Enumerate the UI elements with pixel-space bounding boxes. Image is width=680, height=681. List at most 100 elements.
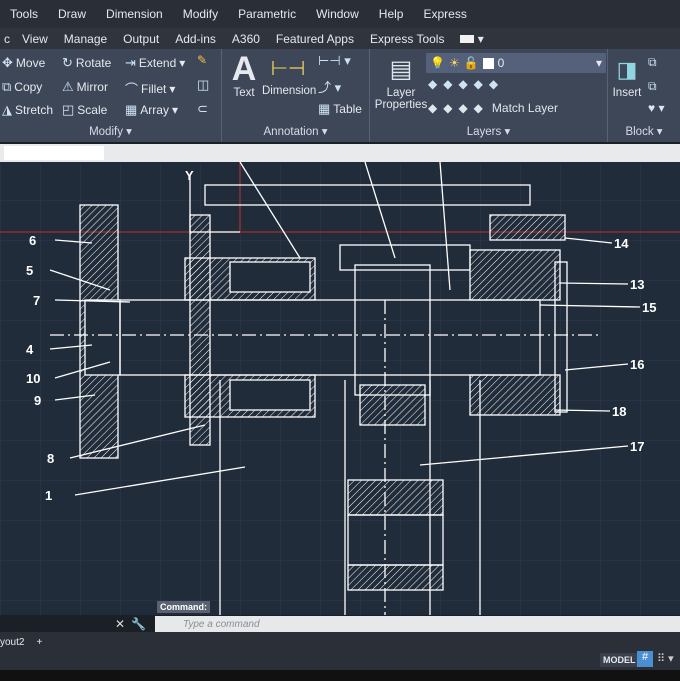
menu-draw[interactable]: Draw bbox=[48, 7, 96, 21]
assembly-drawing: Y 1 4 5 6 7 8 9 10 13 14 15 16 17 18 bbox=[0, 161, 680, 615]
scale-button[interactable]: ◰ Scale bbox=[62, 102, 107, 118]
menu-dimension[interactable]: Dimension bbox=[96, 7, 173, 21]
command-history-label: Command: bbox=[157, 601, 210, 613]
edit-block-icon: ⧉ bbox=[648, 79, 657, 93]
linear-dim-icon: ⊢⊣ ▾ bbox=[318, 53, 351, 68]
file-tab-bar bbox=[0, 144, 680, 162]
block-panel: ◨ Insert ⧉ ⧉ ♥ ▾ Block ▾ bbox=[608, 49, 680, 142]
wrench-icon[interactable]: 🔧 bbox=[131, 617, 146, 631]
fillet-icon: ⌒ bbox=[125, 82, 139, 97]
explode-icon: ◫ bbox=[197, 77, 210, 92]
copy-button[interactable]: ⧉ Copy bbox=[2, 79, 42, 95]
rotate-button[interactable]: ↻ Rotate bbox=[62, 55, 111, 71]
menu-window[interactable]: Window bbox=[306, 7, 369, 21]
layer-tools-row1[interactable]: ◆◆◆◆◆ bbox=[428, 77, 504, 91]
create-block-icon: ⧉ bbox=[648, 55, 657, 69]
callout-1: 1 bbox=[45, 488, 52, 503]
color-swatch bbox=[482, 57, 494, 69]
stretch-button[interactable]: ◮ Stretch bbox=[2, 102, 53, 118]
menu-modify[interactable]: Modify bbox=[173, 7, 228, 21]
layout-tabs: yout2 + bbox=[0, 632, 680, 652]
fillet-button[interactable]: ⌒ Fillet ▾ bbox=[125, 79, 175, 98]
model-space-button[interactable]: MODEL bbox=[600, 653, 639, 667]
array-icon: ▦ bbox=[125, 102, 138, 117]
dimension-button[interactable]: ⊢⊣ Dimension bbox=[262, 53, 316, 97]
tab-express-tools[interactable]: Express Tools bbox=[362, 32, 452, 46]
text-icon: A bbox=[231, 50, 257, 88]
callout-14: 14 bbox=[614, 236, 629, 251]
layer-properties-button[interactable]: ▤ Layer Properties bbox=[372, 53, 430, 111]
table-icon: ▦ bbox=[318, 101, 331, 116]
modify-panel: ✥ Move ↻ Rotate ⇥ Extend ▾ ✎ ⧉ Copy ⚠ Mirror ⌒… bbox=[0, 49, 222, 142]
layer-dropdown[interactable]: 💡 ☀ 🔓 0 ▾ bbox=[426, 53, 606, 73]
menu-bar: Tools Draw Dimension Modify Parametric W… bbox=[0, 0, 680, 28]
dimension-icon: ⊢⊣ bbox=[270, 58, 306, 80]
workspace-dropdown[interactable]: ▾ bbox=[452, 32, 491, 46]
callout-8: 8 bbox=[47, 451, 54, 466]
tab-parametric-partial[interactable]: c bbox=[0, 32, 14, 46]
lightbulb-icon: 💡 bbox=[430, 56, 445, 70]
leader-button[interactable]: ⤴ ▾ bbox=[318, 77, 341, 96]
extend-button[interactable]: ⇥ Extend ▾ bbox=[125, 55, 185, 71]
erase-button[interactable]: ✎ bbox=[197, 53, 207, 67]
grid-toggle-icon[interactable]: # bbox=[637, 651, 653, 667]
tab-featured-apps[interactable]: Featured Apps bbox=[268, 32, 362, 46]
menu-help[interactable]: Help bbox=[369, 7, 414, 21]
mirror-button[interactable]: ⚠ Mirror bbox=[62, 79, 108, 95]
tab-add-ins[interactable]: Add-ins bbox=[167, 32, 224, 46]
callout-9: 9 bbox=[34, 393, 41, 408]
move-button[interactable]: ✥ Move bbox=[2, 55, 45, 71]
mirror-icon: ⚠ bbox=[62, 79, 74, 94]
callout-16: 16 bbox=[630, 357, 644, 372]
menu-tools[interactable]: Tools bbox=[0, 7, 48, 21]
tab-manage[interactable]: Manage bbox=[56, 32, 115, 46]
layers-panel-title[interactable]: Layers ▾ bbox=[370, 124, 607, 138]
insert-button[interactable]: ◨ Insert bbox=[610, 53, 644, 99]
close-icon[interactable]: ✕ bbox=[115, 617, 125, 631]
sun-icon: ☀ bbox=[448, 56, 460, 70]
menu-parametric[interactable]: Parametric bbox=[228, 7, 306, 21]
scale-icon: ◰ bbox=[62, 102, 75, 117]
callout-13: 13 bbox=[630, 277, 644, 292]
match-layer-button[interactable]: ◆◆◆◆ Match Layer bbox=[428, 101, 558, 115]
add-layout-icon[interactable]: + bbox=[36, 637, 42, 648]
copy-icon: ⧉ bbox=[2, 79, 12, 94]
callout-17: 17 bbox=[630, 439, 644, 454]
attribute-icon: ♥ ▾ bbox=[648, 101, 665, 115]
offset-button[interactable]: ⊂ bbox=[197, 101, 208, 117]
offset-icon: ⊂ bbox=[197, 101, 208, 116]
drawing-canvas[interactable]: Y 1 4 5 6 7 8 9 10 13 14 15 16 17 18 bbox=[0, 161, 680, 615]
callout-6: 6 bbox=[29, 233, 36, 248]
annotation-panel: A Text ⊢⊣ Dimension ⊢⊣ ▾ ⤴ ▾ ▦ Table Annota… bbox=[222, 49, 370, 142]
annotation-panel-title[interactable]: Annotation ▾ bbox=[222, 124, 369, 138]
snap-toggle-icon[interactable]: ⠿ ▾ bbox=[657, 652, 674, 665]
callout-5: 5 bbox=[26, 263, 33, 278]
insert-icon: ◨ bbox=[616, 57, 638, 82]
tab-output[interactable]: Output bbox=[115, 32, 167, 46]
linear-dim-button[interactable]: ⊢⊣ ▾ bbox=[318, 53, 351, 69]
command-line-tools: ✕ 🔧 bbox=[115, 617, 146, 631]
tab-view[interactable]: View bbox=[14, 32, 56, 46]
table-button[interactable]: ▦ Table bbox=[318, 101, 362, 117]
leader-icon: ⤴ ▾ bbox=[318, 80, 342, 95]
edit-block-button[interactable]: ⧉ bbox=[648, 79, 657, 94]
attribute-button[interactable]: ♥ ▾ bbox=[648, 101, 664, 115]
array-button[interactable]: ▦ Array ▾ bbox=[125, 102, 178, 118]
text-button[interactable]: A Text bbox=[230, 51, 258, 99]
callout-15: 15 bbox=[642, 300, 656, 315]
create-block-button[interactable]: ⧉ bbox=[648, 55, 657, 70]
block-panel-title[interactable]: Block ▾ bbox=[608, 124, 680, 138]
layers-panel: ▤ Layer Properties 💡 ☀ 🔓 0 ▾ ◆◆◆◆◆ ◆◆◆◆ Match L… bbox=[370, 49, 608, 142]
explode-button[interactable]: ◫ bbox=[197, 77, 209, 93]
tab-layout2[interactable]: yout2 bbox=[0, 637, 24, 648]
stretch-icon: ◮ bbox=[2, 102, 12, 117]
ribbon: ✥ Move ↻ Rotate ⇥ Extend ▾ ✎ ⧉ Copy ⚠ Mirror ⌒… bbox=[0, 49, 680, 142]
menu-express[interactable]: Express bbox=[413, 7, 476, 21]
monitor-bezel bbox=[0, 670, 680, 681]
tab-a360[interactable]: A360 bbox=[224, 32, 268, 46]
command-input[interactable]: Type a command bbox=[155, 616, 680, 632]
modify-panel-title[interactable]: Modify ▾ bbox=[0, 124, 221, 138]
lock-icon: 🔓 bbox=[463, 56, 479, 70]
move-icon: ✥ bbox=[2, 55, 13, 70]
file-tab[interactable] bbox=[4, 146, 104, 160]
